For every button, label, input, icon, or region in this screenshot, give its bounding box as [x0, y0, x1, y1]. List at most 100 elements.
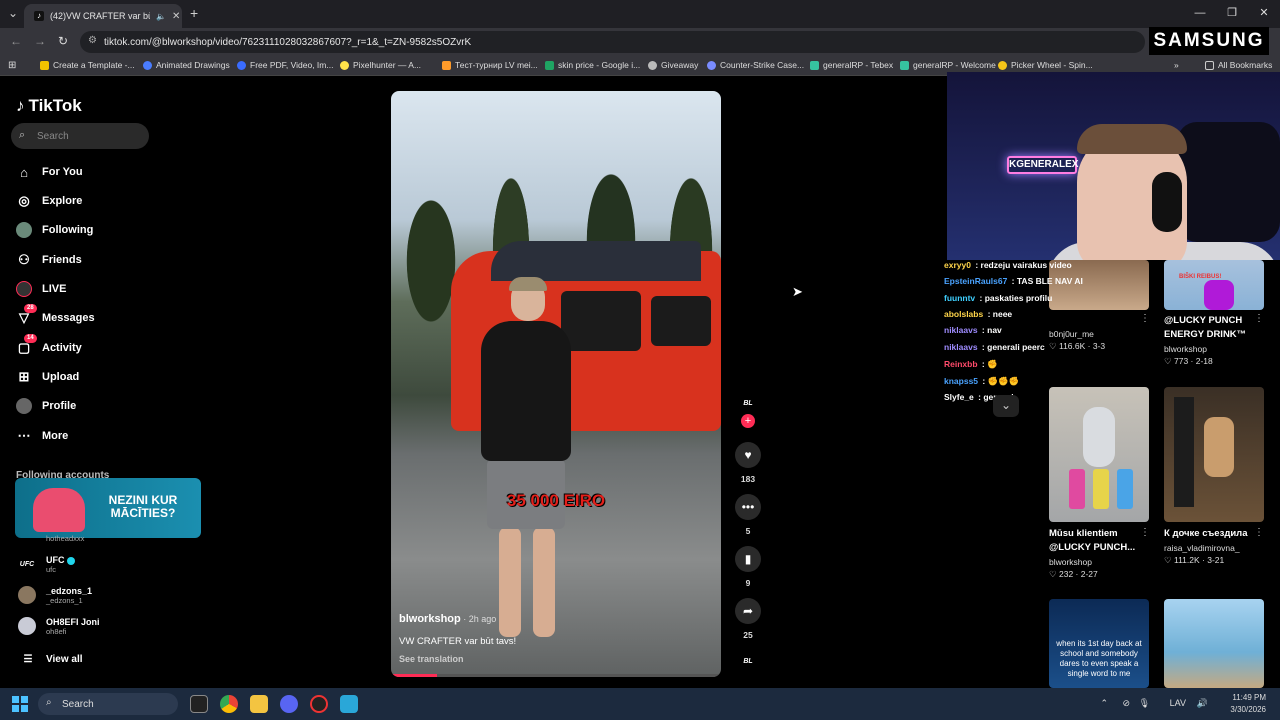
live-icon	[16, 281, 32, 297]
apps-icon[interactable]: ⊞	[8, 60, 16, 71]
tray-chevron-icon[interactable]: ⌃	[1100, 698, 1108, 709]
tiktok-note-icon: ♪	[16, 96, 25, 115]
video-card-meta: @LUCKY PUNCH ENERGY DRINK™ blworkshop ♡ …	[1164, 315, 1247, 366]
discord-icon[interactable]	[280, 695, 298, 713]
more-bookmarks-icon[interactable]: »	[1174, 60, 1179, 70]
video-thumbnail[interactable]	[1049, 387, 1149, 522]
follow-plus-icon[interactable]: +	[741, 414, 755, 428]
share-icon: ➦	[735, 598, 761, 624]
chat-message: Reinxbb : ✊	[944, 359, 998, 369]
speaker-icon[interactable]: 🔈	[156, 12, 166, 21]
chrome-icon[interactable]	[220, 695, 238, 713]
bookmark-item[interactable]: Тест-турнир LV mei...	[442, 60, 538, 70]
site-info-icon[interactable]: ⚙	[88, 35, 97, 46]
share-button[interactable]: ➦ 25	[735, 598, 761, 640]
nav-friends[interactable]: ⚇ Friends	[16, 252, 82, 268]
bookmark-item[interactable]: Picker Wheel - Spin...	[998, 60, 1093, 70]
bookmark-item[interactable]: Pixelhunter — A...	[340, 60, 421, 70]
bookmark-item[interactable]: Create a Template -...	[40, 60, 135, 70]
tab-title: (42)VW CRAFTER var būt ta	[50, 11, 150, 21]
new-tab-icon[interactable]: +	[190, 5, 198, 21]
language-indicator[interactable]: LAV	[1170, 698, 1186, 708]
nav-live[interactable]: LIVE	[16, 281, 66, 297]
nav-upload[interactable]: ⊞ Upload	[16, 369, 80, 385]
ad-mascot-icon	[33, 488, 85, 532]
tab-search-icon[interactable]: ⌄	[8, 6, 18, 20]
close-window-icon[interactable]: ✕	[1248, 0, 1280, 28]
nav-explore[interactable]: ◎ Explore	[16, 193, 82, 209]
save-count: 9	[745, 578, 751, 588]
browser-tab[interactable]: ♪ (42)VW CRAFTER var būt ta 🔈 ✕	[24, 4, 182, 28]
search-icon: ⌕	[19, 129, 26, 141]
file-explorer-icon[interactable]	[250, 695, 268, 713]
notepad-icon[interactable]	[340, 695, 358, 713]
nav-profile[interactable]: Profile	[16, 398, 76, 414]
following-account[interactable]: OH8EFI Joni oh8efi	[18, 617, 100, 636]
nav-for-you[interactable]: ⌂ For You	[16, 164, 82, 180]
video-thumbnail[interactable]	[1164, 387, 1264, 522]
search-input[interactable]: ⌕ Search	[11, 123, 149, 149]
bookmark-item[interactable]: generalRP - Tebex	[810, 60, 893, 70]
mic-icon[interactable]: 🎙	[1139, 698, 1150, 709]
emote-icon: ✊	[987, 359, 998, 369]
view-all-link[interactable]: ☰ View all	[20, 651, 83, 667]
all-bookmarks[interactable]: All Bookmarks	[1205, 60, 1272, 70]
video-author[interactable]: blworkshop · 2h ago	[399, 613, 496, 625]
task-view-icon[interactable]	[190, 695, 208, 713]
chat-message: niklaavs : generali peerc	[944, 342, 1045, 352]
bookmark-item[interactable]: Free PDF, Video, Im...	[237, 60, 333, 70]
video-player[interactable]: 35 000 EIRO blworkshop · 2h ago VW CRAFT…	[391, 91, 721, 677]
tiktok-logo[interactable]: ♪ TikTok	[16, 96, 82, 116]
network-icon[interactable]: ⊘	[1122, 698, 1130, 709]
like-button[interactable]: ♥ 183	[735, 442, 761, 484]
account-avatar	[18, 617, 36, 635]
clock[interactable]: 11:49 PM 3/30/2026	[1206, 692, 1266, 716]
bookmark-item[interactable]: Counter-Strike Case...	[707, 60, 804, 70]
ad-banner[interactable]: NEZINI KUR MĀCĪTIES?	[15, 478, 201, 538]
nav-activity[interactable]: ▢ 14 Activity	[16, 334, 82, 356]
address-bar[interactable]: ⚙ tiktok.com/@blworkshop/video/762311102…	[80, 31, 1145, 53]
search-icon: ⌕	[46, 697, 52, 708]
author-avatar[interactable]: BL	[736, 396, 760, 412]
obs-icon[interactable]	[310, 695, 328, 713]
video-caption: VW CRAFTER var būt tavs!	[399, 636, 517, 647]
reload-icon[interactable]: ↻	[58, 34, 68, 48]
video-progress-bar[interactable]	[391, 674, 721, 677]
comment-button[interactable]: ••• 5	[735, 494, 761, 536]
more-options-icon[interactable]: ⋮	[1140, 313, 1150, 324]
windows-taskbar: ⌕ Search ⌃ ⊘ 🎙 LAV 🔊 11:49 PM 3/30/2026	[0, 688, 1280, 720]
save-button[interactable]: ▮ 9	[735, 546, 761, 588]
video-thumbnail[interactable]	[1164, 599, 1264, 688]
mouse-cursor-icon: ➤	[792, 284, 803, 299]
compass-icon: ◎	[18, 193, 30, 208]
back-icon[interactable]: ←	[10, 34, 22, 48]
minimize-icon[interactable]: —	[1184, 0, 1216, 28]
messages-badge: 28	[24, 304, 37, 313]
activity-icon: ▢ 14	[16, 334, 37, 356]
chat-message: niklaavs : nav	[944, 325, 1002, 335]
see-translation-link[interactable]: See translation	[399, 654, 464, 664]
following-account[interactable]: hotheadxxx	[18, 534, 84, 543]
close-tab-icon[interactable]: ✕	[172, 11, 180, 22]
scroll-down-chevron-icon[interactable]: ⌄	[993, 395, 1019, 417]
nav-following[interactable]: Following	[16, 222, 93, 238]
nav-messages[interactable]: ▽ 28 Messages	[16, 304, 95, 326]
taskbar-search[interactable]: ⌕ Search	[38, 693, 178, 715]
video-thumbnail[interactable]: BIŠKI REIBUS!	[1164, 260, 1264, 310]
video-thumbnail[interactable]: when its 1st day back at school and some…	[1049, 599, 1149, 688]
chat-message: exryy0 : redzeju vairakus video	[944, 260, 1072, 270]
bookmark-item[interactable]: generalRP - Welcome	[900, 60, 996, 70]
forward-icon[interactable]: →	[34, 34, 46, 48]
following-account[interactable]: _edzons_1 _edzons_1	[18, 586, 92, 605]
maximize-icon[interactable]: ❐	[1216, 0, 1248, 28]
url-text: tiktok.com/@blworkshop/video/76231110280…	[104, 36, 472, 48]
following-account[interactable]: UFC UFC ufc	[18, 555, 76, 574]
nav-more[interactable]: ⋯ More	[16, 428, 69, 444]
bookmark-item[interactable]: Animated Drawings	[143, 60, 230, 70]
sound-avatar[interactable]: BL	[736, 654, 760, 670]
windows-start-icon[interactable]	[12, 696, 28, 712]
ad-text: NEZINI KUR MĀCĪTIES?	[108, 493, 178, 520]
bookmark-item[interactable]: skin price - Google i...	[545, 60, 640, 70]
bookmark-item[interactable]: Giveaway	[648, 60, 698, 70]
video-card-meta: К дочке съездила raisa_vladimirovna_ ♡ 1…	[1164, 528, 1248, 565]
